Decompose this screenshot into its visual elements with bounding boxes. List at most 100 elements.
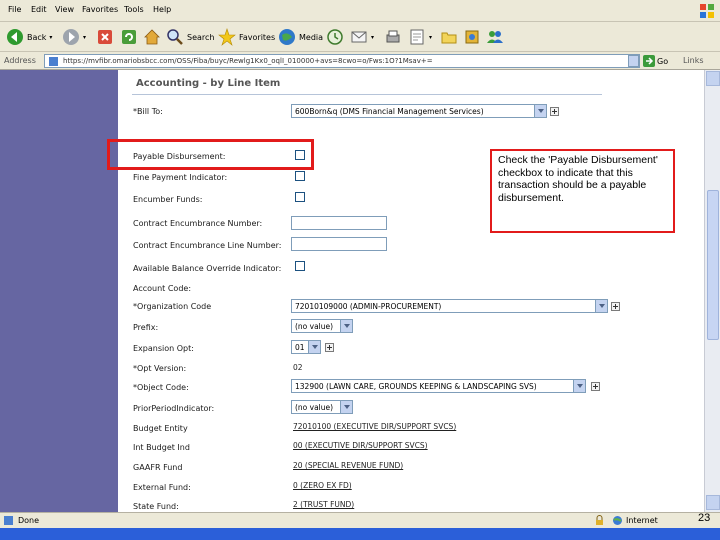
history-button[interactable] xyxy=(326,26,344,48)
external-fund-value[interactable]: 0 (ZERO EX FD) xyxy=(293,481,352,490)
scroll-down-icon[interactable] xyxy=(706,495,720,510)
menu-help[interactable]: Help xyxy=(153,5,171,14)
contract-encumbrance-number-input[interactable] xyxy=(291,216,387,230)
back-arrow-icon xyxy=(7,29,23,45)
star-icon xyxy=(218,28,236,46)
refresh-button[interactable] xyxy=(120,26,138,48)
state-fund-value[interactable]: 2 (TRUST FUND) xyxy=(293,500,354,509)
gaafr-fund-value[interactable]: 20 (SPECIAL REVENUE FUND) xyxy=(293,461,403,470)
object-code-select[interactable]: 132900 (LAWN CARE, GROUNDS KEEPING & LAN… xyxy=(291,379,586,393)
mail-button[interactable]: ▾ xyxy=(350,26,374,48)
messenger-button[interactable] xyxy=(486,26,504,48)
research-icon xyxy=(465,30,479,44)
vertical-scrollbar[interactable] xyxy=(704,70,720,512)
print-icon xyxy=(386,30,400,43)
fine-payment-label: Fine Payment Indicator: xyxy=(133,173,228,182)
discuss-button[interactable] xyxy=(440,26,458,48)
encumber-funds-label: Encumber Funds: xyxy=(133,195,203,204)
fine-payment-checkbox[interactable] xyxy=(295,171,305,181)
object-code-add-icon[interactable] xyxy=(591,382,600,391)
go-button[interactable]: Go xyxy=(643,55,668,67)
page-icon xyxy=(49,57,58,66)
browser-toolbar: Back ▾ ▾ Search Favorites Media ▾ ▾ xyxy=(0,22,720,52)
windows-logo-icon xyxy=(700,4,714,18)
edit-page-icon xyxy=(410,29,424,45)
address-input[interactable]: https://mvfibr.omariobsbcc.com/OSS/Fiba/… xyxy=(44,54,640,68)
budget-entity-label: Budget Entity xyxy=(133,424,188,433)
expansion-option-select[interactable]: 01 xyxy=(291,340,321,354)
opt-version-label: *Opt Version: xyxy=(133,364,187,373)
history-icon xyxy=(327,29,343,45)
search-button[interactable]: Search xyxy=(166,26,214,48)
address-bar: Address https://mvfibr.omariobsbcc.com/O… xyxy=(0,52,720,70)
gaafr-fund-label: GAAFR Fund xyxy=(133,463,183,472)
edit-button[interactable]: ▾ xyxy=(408,26,432,48)
security-zone-text: Internet xyxy=(626,516,658,525)
stop-icon xyxy=(98,30,112,44)
menu-bar: File Edit View Favorites Tools Help xyxy=(0,0,720,22)
forward-button[interactable]: ▾ xyxy=(62,26,86,48)
account-code-label: Account Code: xyxy=(133,284,192,293)
chevron-down-icon xyxy=(340,320,352,332)
folder-icon xyxy=(441,32,457,44)
prior-period-select[interactable]: (no value) xyxy=(291,400,353,414)
section-title: Accounting - by Line Item xyxy=(136,78,281,89)
chevron-down-icon xyxy=(308,341,320,353)
status-bar: Done Internet xyxy=(0,512,720,528)
address-url: https://mvfibr.omariobsbcc.com/OSS/Fiba/… xyxy=(63,57,433,65)
address-label: Address xyxy=(4,56,36,65)
int-budget-ind-value[interactable]: 00 (EXECUTIVE DIR/SUPPORT SVCS) xyxy=(293,441,428,450)
chevron-down-icon xyxy=(595,300,607,312)
windows-taskbar xyxy=(0,528,720,540)
mail-icon xyxy=(351,31,367,43)
organization-code-add-icon[interactable] xyxy=(611,302,620,311)
instruction-callout: Check the 'Payable Disbursement' checkbo… xyxy=(490,149,675,233)
encumber-funds-checkbox[interactable] xyxy=(295,192,305,202)
research-button[interactable] xyxy=(463,26,481,48)
prior-period-label: PriorPeriodIndicator: xyxy=(133,404,215,413)
payable-disbursement-highlight xyxy=(107,139,314,170)
contract-encumbrance-line-label: Contract Encumbrance Line Number: xyxy=(133,241,282,250)
stop-button[interactable] xyxy=(96,26,114,48)
available-balance-override-checkbox[interactable] xyxy=(295,261,305,271)
back-button[interactable]: Back ▾ xyxy=(6,26,52,48)
section-divider xyxy=(132,94,602,95)
menu-tools[interactable]: Tools xyxy=(124,5,144,14)
print-button[interactable] xyxy=(384,26,402,48)
search-icon xyxy=(167,29,183,45)
address-dropdown-button[interactable] xyxy=(628,55,639,67)
chevron-down-icon xyxy=(340,401,352,413)
scroll-up-icon[interactable] xyxy=(706,71,720,86)
bill-to-add-icon[interactable] xyxy=(550,107,559,116)
state-fund-label: State Fund: xyxy=(133,502,179,511)
status-text: Done xyxy=(18,516,40,525)
links-label[interactable]: Links xyxy=(683,56,704,65)
home-button[interactable] xyxy=(143,26,161,48)
favorites-button[interactable]: Favorites xyxy=(218,26,275,48)
media-button[interactable]: Media xyxy=(278,26,323,48)
menu-edit[interactable]: Edit xyxy=(31,5,47,14)
menu-file[interactable]: File xyxy=(8,5,21,14)
menu-favorites[interactable]: Favorites xyxy=(82,5,118,14)
organization-code-select[interactable]: 72010109000 (ADMIN-PROCUREMENT) xyxy=(291,299,608,313)
lock-icon xyxy=(596,515,603,525)
chevron-down-icon xyxy=(573,380,585,392)
home-icon xyxy=(144,29,160,45)
menu-view[interactable]: View xyxy=(55,5,74,14)
contract-encumbrance-number-label: Contract Encumbrance Number: xyxy=(133,219,263,228)
contract-encumbrance-line-input[interactable] xyxy=(291,237,387,251)
object-code-label: *Object Code: xyxy=(133,383,189,392)
expansion-option-add-icon[interactable] xyxy=(325,343,334,352)
prefix-select[interactable]: (no value) xyxy=(291,319,353,333)
available-balance-override-label: Available Balance Override Indicator: xyxy=(133,264,282,273)
budget-entity-value[interactable]: 72010100 (EXECUTIVE DIR/SUPPORT SVCS) xyxy=(293,422,456,431)
prefix-label: Prefix: xyxy=(133,323,159,332)
web-page: Accounting - by Line Item *Bill To: 600B… xyxy=(118,70,704,512)
go-arrow-icon xyxy=(643,55,655,67)
bill-to-label: *Bill To: xyxy=(133,107,163,116)
bill-to-select[interactable]: 600Born&q (DMS Financial Management Serv… xyxy=(291,104,547,118)
refresh-icon xyxy=(122,30,136,44)
scroll-thumb[interactable] xyxy=(707,190,719,340)
messenger-icon xyxy=(487,31,503,43)
media-icon xyxy=(279,29,295,45)
